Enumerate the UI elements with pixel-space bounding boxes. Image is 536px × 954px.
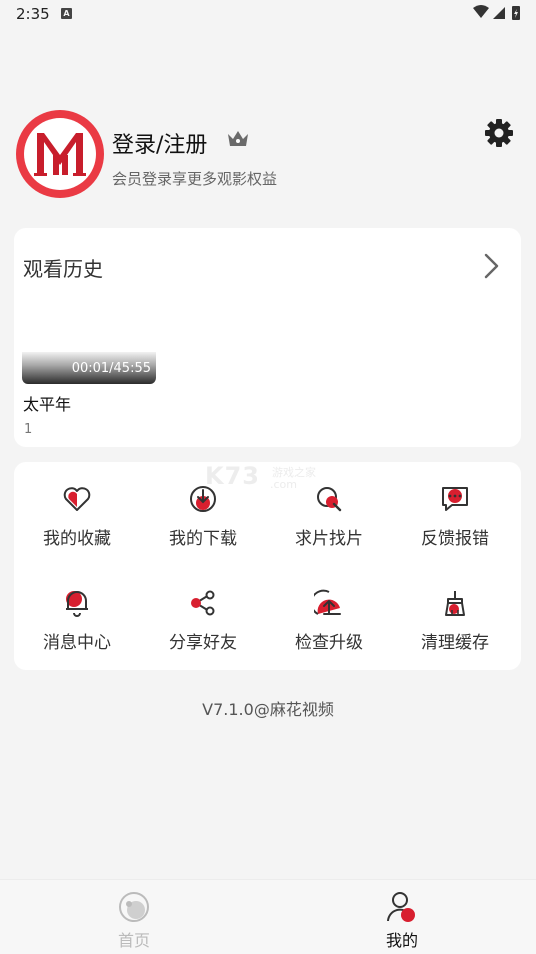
watermark-logo: K73 — [205, 462, 260, 490]
history-video-title[interactable]: 太平年 — [23, 391, 71, 415]
tab-mine[interactable]: 我的 — [268, 880, 536, 954]
menu-label: 我的下载 — [169, 529, 237, 549]
menu-label: 消息中心 — [43, 633, 111, 653]
heart-icon — [62, 484, 92, 514]
gear-icon[interactable] — [483, 117, 515, 153]
notification-a-icon: A — [61, 8, 72, 19]
bottom-navigation: 首页 我的 — [0, 879, 536, 954]
crown-icon — [226, 129, 250, 153]
chevron-right-icon[interactable] — [482, 252, 502, 284]
tab-mine-label: 我的 — [385, 931, 418, 950]
menu-favorites[interactable]: 我的收藏 — [14, 462, 140, 558]
watermark-domain: .com — [270, 478, 297, 491]
history-progress: 00:01/45:55 — [71, 361, 151, 376]
history-video-thumbnail[interactable]: 00:01/45:55 — [22, 352, 156, 384]
menu-clear-cache[interactable]: 清理缓存 — [392, 566, 518, 662]
app-logo[interactable] — [15, 109, 105, 199]
menu-feedback[interactable]: 反馈报错 — [392, 462, 518, 558]
status-time: 2:35 — [16, 5, 50, 23]
menu-label: 我的收藏 — [43, 529, 111, 549]
share-icon — [188, 588, 218, 618]
menu-share[interactable]: 分享好友 — [140, 566, 266, 662]
broom-icon — [440, 588, 470, 618]
menu-label: 分享好友 — [169, 633, 237, 653]
status-icons — [472, 5, 522, 25]
history-video-episode: 1 — [24, 422, 33, 437]
home-icon — [117, 890, 151, 924]
menu-label: 清理缓存 — [421, 633, 489, 653]
menu-label: 检查升级 — [295, 633, 363, 653]
user-icon — [385, 890, 419, 924]
login-register-link[interactable]: 登录/注册 — [112, 127, 207, 159]
bell-icon — [62, 588, 92, 618]
menu-label: 反馈报错 — [421, 529, 489, 549]
menu-messages[interactable]: 消息中心 — [14, 566, 140, 662]
search-icon — [314, 484, 344, 514]
tab-home-label: 首页 — [117, 931, 150, 950]
upgrade-icon — [310, 588, 344, 618]
watch-history-title[interactable]: 观看历史 — [23, 253, 103, 282]
function-menu-card: 我的收藏 我的下载 求片找片 反馈报错 消息中心 分享好友 检查升级 清理缓存 — [14, 462, 521, 670]
menu-check-update[interactable]: 检查升级 — [266, 566, 392, 662]
tab-home[interactable]: 首页 — [0, 880, 268, 954]
login-subtitle: 会员登录享更多观影权益 — [112, 170, 278, 188]
menu-label: 求片找片 — [295, 529, 363, 549]
status-bar: 2:35 A — [0, 0, 536, 28]
watch-history-card: 观看历史 00:01/45:55 太平年 1 — [14, 228, 521, 447]
profile-header: 登录/注册 会员登录享更多观影权益 — [0, 105, 536, 205]
feedback-icon — [440, 484, 470, 514]
app-version: V7.1.0@麻花视频 — [202, 700, 334, 719]
